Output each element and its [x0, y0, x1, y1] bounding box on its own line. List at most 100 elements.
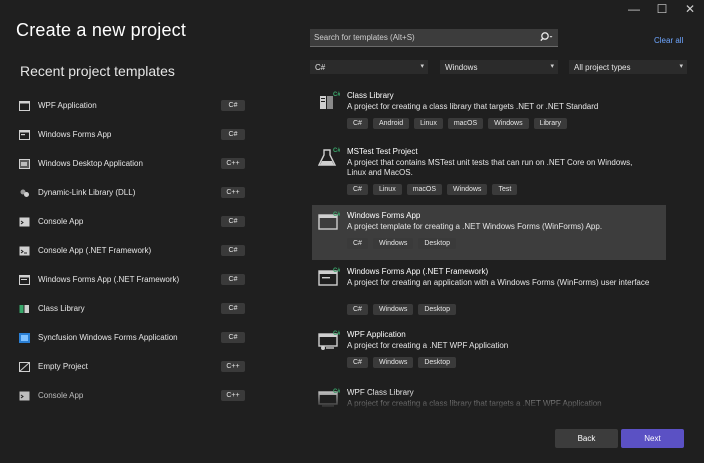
clear-all-link[interactable]: Clear all — [654, 36, 683, 45]
minimize-button[interactable]: — — [620, 0, 648, 18]
template-card[interactable]: C# WPF Class Library A project for creatin… — [312, 384, 666, 408]
project-type-filter-dropdown[interactable]: All project types ▾ — [569, 60, 687, 74]
class-library-icon — [19, 304, 30, 314]
template-description: A project template for creating a .NET W… — [347, 222, 603, 231]
svg-text:C#: C# — [333, 148, 340, 154]
template-description: A project for creating a class library t… — [347, 102, 599, 111]
recent-template-label: Syncfusion Windows Forms Application — [38, 333, 178, 342]
template-card[interactable]: C# Windows Forms App (.NET Framework) A pr… — [312, 263, 666, 323]
template-tag: Test — [492, 184, 518, 195]
template-tag: Library — [533, 118, 567, 129]
template-description: A project for creating a class library t… — [347, 399, 602, 408]
template-tag: Windows — [372, 238, 414, 249]
console-cpp-icon — [19, 391, 30, 401]
winforms-framework-icon — [19, 274, 30, 285]
template-name: MSTest Test Project — [347, 147, 418, 156]
dll-icon — [19, 188, 30, 198]
page-title: Create a new project — [16, 20, 187, 40]
language-badge: C++ — [221, 187, 245, 198]
recent-template-item[interactable]: Console App C++ — [19, 381, 248, 410]
language-filter-value: C# — [315, 63, 326, 72]
template-tag: C# — [347, 304, 368, 315]
search-icon[interactable] — [540, 31, 554, 44]
recent-template-label: Windows Forms App — [38, 130, 112, 139]
window-controls: — ☐ ✕ — [620, 0, 704, 18]
language-badge: C# — [221, 129, 245, 140]
recent-template-item[interactable]: Console App (.NET Framework) C# — [19, 236, 248, 265]
recent-template-item[interactable]: Windows Forms App (.NET Framework) C# — [19, 265, 248, 294]
project-type-filter-value: All project types — [574, 63, 631, 72]
template-tags: C# Windows Desktop — [347, 357, 457, 368]
recent-template-label: Dynamic-Link Library (DLL) — [38, 188, 136, 197]
template-tag: Windows — [372, 357, 414, 368]
platform-filter-value: Windows — [445, 63, 478, 72]
template-description: A project for creating a .NET WPF Applic… — [347, 341, 509, 350]
template-description: A project for creating an application wi… — [347, 278, 650, 287]
template-card[interactable]: C# MSTest Test Project A project that cont… — [312, 143, 666, 203]
template-tags: C# Android Linux macOS Windows Library — [347, 118, 567, 129]
recent-template-item[interactable]: WPF Application C# — [19, 91, 248, 120]
recent-template-item[interactable]: Class Library C# — [19, 294, 248, 323]
search-placeholder: Search for templates (Alt+S) — [314, 33, 415, 42]
svg-text:C#: C# — [333, 331, 340, 337]
wpf-window-icon — [19, 100, 30, 111]
svg-text:C#: C# — [333, 92, 340, 98]
recent-template-label: Empty Project — [38, 362, 88, 371]
search-input[interactable]: Search for templates (Alt+S) — [310, 29, 558, 47]
wpf-class-library-icon: C# — [318, 387, 340, 408]
recent-templates-list: WPF Application C# Windows Forms App C# Wind… — [19, 91, 248, 410]
svg-text:C#: C# — [333, 389, 340, 395]
template-card[interactable]: C# Windows Forms App A project template fo… — [312, 205, 666, 260]
template-tag: Desktop — [418, 304, 457, 315]
template-name: Windows Forms App — [347, 211, 421, 220]
next-button[interactable]: Next — [621, 429, 684, 448]
desktop-app-icon — [19, 158, 30, 169]
chevron-down-icon: ▾ — [679, 63, 683, 70]
winforms-window-icon: C# — [318, 210, 340, 232]
language-badge: C++ — [221, 158, 245, 169]
platform-filter-dropdown[interactable]: Windows ▾ — [440, 60, 558, 74]
recent-templates-heading: Recent project templates — [20, 63, 175, 79]
recent-template-item[interactable]: Syncfusion Windows Forms Application C# — [19, 323, 248, 352]
recent-template-label: Windows Desktop Application — [38, 159, 143, 168]
recent-template-label: Windows Forms App (.NET Framework) — [38, 275, 180, 284]
svg-text:C#: C# — [333, 212, 340, 218]
recent-template-item[interactable]: Console App C# — [19, 207, 248, 236]
language-badge: C# — [221, 303, 245, 314]
template-results-list: C# Class Library A project for creating a … — [312, 87, 666, 408]
template-card[interactable]: C# WPF Application A project for creating … — [312, 326, 666, 374]
template-name: Windows Forms App (.NET Framework) — [347, 267, 489, 276]
recent-template-label: Console App — [38, 217, 84, 226]
recent-template-label: Console App — [38, 391, 84, 400]
template-card[interactable]: C# Class Library A project for creating a … — [312, 87, 666, 133]
chevron-down-icon: ▾ — [420, 63, 424, 70]
template-tag: Android — [372, 118, 410, 129]
recent-template-item[interactable]: Windows Forms App C# — [19, 120, 248, 149]
template-name: WPF Application — [347, 330, 406, 339]
language-filter-dropdown[interactable]: C# ▾ — [310, 60, 428, 74]
language-badge: C++ — [221, 390, 245, 401]
recent-template-label: Console App (.NET Framework) — [38, 246, 152, 255]
template-tag: C# — [347, 118, 368, 129]
back-button[interactable]: Back — [555, 429, 618, 448]
recent-template-item[interactable]: Empty Project C++ — [19, 352, 248, 381]
recent-template-item[interactable]: Windows Desktop Application C++ — [19, 149, 248, 178]
console-icon — [19, 217, 30, 227]
wpf-window-icon: C# — [318, 329, 340, 351]
language-badge: C++ — [221, 361, 245, 372]
template-tag: Desktop — [418, 357, 457, 368]
recent-template-item[interactable]: Dynamic-Link Library (DLL) C++ — [19, 178, 248, 207]
template-tags: C# Windows Desktop — [347, 304, 457, 315]
template-tag: macOS — [406, 184, 443, 195]
language-badge: C# — [221, 216, 245, 227]
winforms-framework-icon: C# — [318, 266, 340, 288]
template-name: Class Library — [347, 91, 394, 100]
maximize-button[interactable]: ☐ — [648, 0, 676, 18]
template-description: A project that contains MSTest unit test… — [347, 158, 633, 177]
template-tag: Linux — [372, 184, 402, 195]
template-tag: Windows — [372, 304, 414, 315]
language-badge: C# — [221, 100, 245, 111]
close-button[interactable]: ✕ — [676, 0, 704, 18]
template-tag: Windows — [447, 184, 488, 195]
empty-project-icon — [19, 361, 30, 372]
